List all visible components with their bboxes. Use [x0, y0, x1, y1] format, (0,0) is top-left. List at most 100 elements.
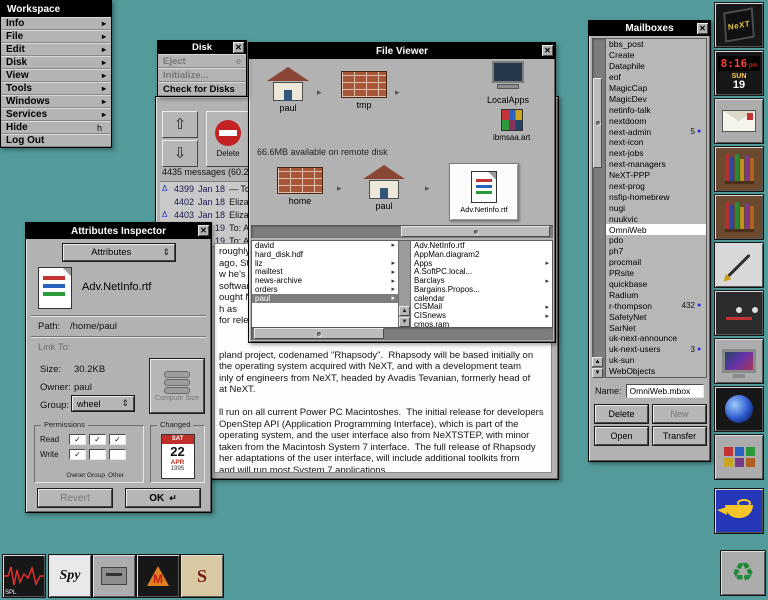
menu-item[interactable]: Hide h	[1, 121, 111, 134]
path-icon-home[interactable]: home	[277, 167, 323, 206]
scrollbar-knob[interactable]	[401, 226, 550, 237]
menu-item[interactable]: Eject e	[158, 54, 246, 68]
column-scrollbar[interactable]	[398, 241, 411, 327]
mailbox-row[interactable]: PRsite	[606, 268, 706, 279]
mailbox-row[interactable]: procmail	[606, 257, 706, 268]
perm-read-other[interactable]: ✓	[109, 434, 126, 445]
mailbox-row[interactable]: next-icon	[606, 137, 706, 148]
menu-item[interactable]: Windows ▸	[1, 95, 111, 108]
mailbox-row[interactable]: pdo	[606, 235, 706, 246]
mailbox-row[interactable]: eof	[606, 72, 706, 83]
spy-app-tile[interactable]: Spy	[48, 554, 92, 598]
mailboxes-scrollbar[interactable]	[592, 38, 605, 378]
browser-row[interactable]: paul ▸	[252, 294, 398, 303]
scrollbar-knob[interactable]	[254, 328, 384, 339]
scrollbar-knob[interactable]	[593, 78, 602, 168]
close-icon[interactable]	[697, 23, 708, 34]
mailbox-row[interactable]: uk-sun	[606, 355, 706, 366]
browser-row[interactable]: orders ▸	[252, 285, 398, 294]
menu-item[interactable]: View ▸	[1, 69, 111, 82]
orb-app-tile[interactable]	[714, 386, 764, 432]
flame-app-tile[interactable]: M	[136, 554, 180, 598]
file-viewer-titlebar[interactable]: File Viewer	[249, 43, 555, 59]
sound-app-tile[interactable]: SPL	[2, 554, 46, 598]
next-message-button[interactable]	[162, 140, 198, 167]
mailbox-row[interactable]: OmniWeb	[606, 224, 706, 235]
selected-file-tile[interactable]: Adv.NetInfo.rtf	[449, 163, 519, 221]
workspace-menu-titlebar[interactable]: Workspace	[1, 1, 111, 17]
browser-row[interactable]: calendar	[411, 294, 552, 303]
scroll-up-icon[interactable]	[592, 357, 603, 367]
disk-menu-titlebar[interactable]: Disk	[158, 41, 246, 54]
scroll-up-icon[interactable]	[399, 306, 410, 316]
scroll-down-icon[interactable]	[399, 317, 410, 327]
mailboxes-titlebar[interactable]: Mailboxes	[589, 21, 710, 36]
mailbox-row[interactable]: nuukvic	[606, 213, 706, 224]
mailbox-name-field[interactable]: OmniWeb.mbox	[626, 384, 704, 398]
mailbox-row[interactable]: next-managers	[606, 159, 706, 170]
inspector-titlebar[interactable]: Attributes Inspector	[26, 223, 211, 239]
menu-item[interactable]: Edit ▸	[1, 43, 111, 56]
browser-row[interactable]: cmos.ram	[411, 320, 552, 327]
mailbox-row[interactable]: SafetyNet	[606, 311, 706, 322]
next-logo-tile[interactable]: NeXT	[714, 2, 764, 48]
mailbox-row[interactable]: nugi	[606, 202, 706, 213]
perm-write-owner[interactable]: ✓	[69, 449, 86, 460]
browser-row[interactable]: news-archive ▸	[252, 276, 398, 285]
mail-app-tile[interactable]	[714, 98, 764, 144]
mailbox-row[interactable]: SarNet	[606, 322, 706, 333]
shelf-icon-paul[interactable]: paul	[265, 67, 311, 113]
mailbox-row[interactable]: nextdoom	[606, 115, 706, 126]
revert-button[interactable]: Revert	[38, 489, 112, 507]
browser-row[interactable]: hard_disk.hdf	[252, 250, 398, 259]
close-icon[interactable]	[233, 42, 244, 53]
genie-app-tile[interactable]	[714, 488, 764, 534]
menu-item[interactable]: Initialize...	[158, 68, 246, 82]
mailbox-row[interactable]: nsfip-homebrew	[606, 191, 706, 202]
mailbox-row[interactable]: Dataphile	[606, 61, 706, 72]
mailbox-row[interactable]: next-jobs	[606, 148, 706, 159]
path-icon-paul[interactable]: paul	[361, 165, 407, 211]
shelf-icon-ibmsaa-art[interactable]: ibmsaa.art	[493, 109, 530, 142]
backup-app-tile[interactable]	[92, 554, 136, 598]
browser-scrollbar[interactable]	[251, 327, 553, 340]
browser-row[interactable]: david ▸	[252, 241, 398, 250]
shelf-icon-localapps[interactable]: LocalApps	[487, 61, 529, 105]
menu-item[interactable]: Tools ▸	[1, 82, 111, 95]
compute-size-button[interactable]: Compute Size	[150, 359, 204, 413]
shelf-scrollbar[interactable]	[251, 225, 553, 238]
clock-tile[interactable]: 8:16 pm SUN 19	[714, 50, 764, 96]
browser-row[interactable]: CISMail ▸	[411, 303, 552, 312]
browser-row[interactable]: CISnews ▸	[411, 311, 552, 320]
group-popup[interactable]: wheel	[72, 396, 134, 411]
menu-item[interactable]: Info ▸	[1, 17, 111, 30]
perm-read-group[interactable]: ✓	[89, 434, 106, 445]
previous-message-button[interactable]	[162, 111, 198, 138]
transfer-button[interactable]: Transfer	[653, 427, 706, 445]
menu-item[interactable]: File ▸	[1, 30, 111, 43]
mailbox-row[interactable]: Create	[606, 50, 706, 61]
mailbox-row[interactable]: MagicDev	[606, 93, 706, 104]
browser-row[interactable]: Apps ▸	[411, 259, 552, 268]
mailbox-row[interactable]: WebObjects	[606, 366, 706, 377]
close-icon[interactable]	[198, 225, 209, 236]
scroll-down-icon[interactable]	[592, 368, 603, 378]
mailbox-row[interactable]: ph7	[606, 246, 706, 257]
scribe-app-tile[interactable]: S	[180, 554, 224, 598]
delete-mailbox-button[interactable]: Delete	[595, 405, 648, 423]
browser-row[interactable]: Barclays ▸	[411, 276, 552, 285]
mailbox-row[interactable]: next-prog	[606, 181, 706, 192]
close-icon[interactable]	[542, 45, 553, 56]
browser-row[interactable]: mailtest ▸	[252, 267, 398, 276]
browser-row[interactable]: AppMan.diagram2	[411, 250, 552, 259]
browser-row[interactable]: Bargains.Propos...	[411, 285, 552, 294]
mailbox-row[interactable]: quickbase	[606, 279, 706, 290]
shelf-icon-tmp[interactable]: tmp	[341, 71, 387, 110]
menu-item[interactable]: Disk ▸	[1, 56, 111, 69]
perm-read-owner[interactable]: ✓	[69, 434, 86, 445]
mailbox-row[interactable]: uk-next-announce	[606, 333, 706, 344]
player-app-tile[interactable]	[714, 290, 764, 336]
mailbox-row[interactable]: MagicCap	[606, 83, 706, 94]
recycler-tile[interactable]	[720, 550, 766, 596]
perm-write-group[interactable]	[89, 449, 106, 460]
